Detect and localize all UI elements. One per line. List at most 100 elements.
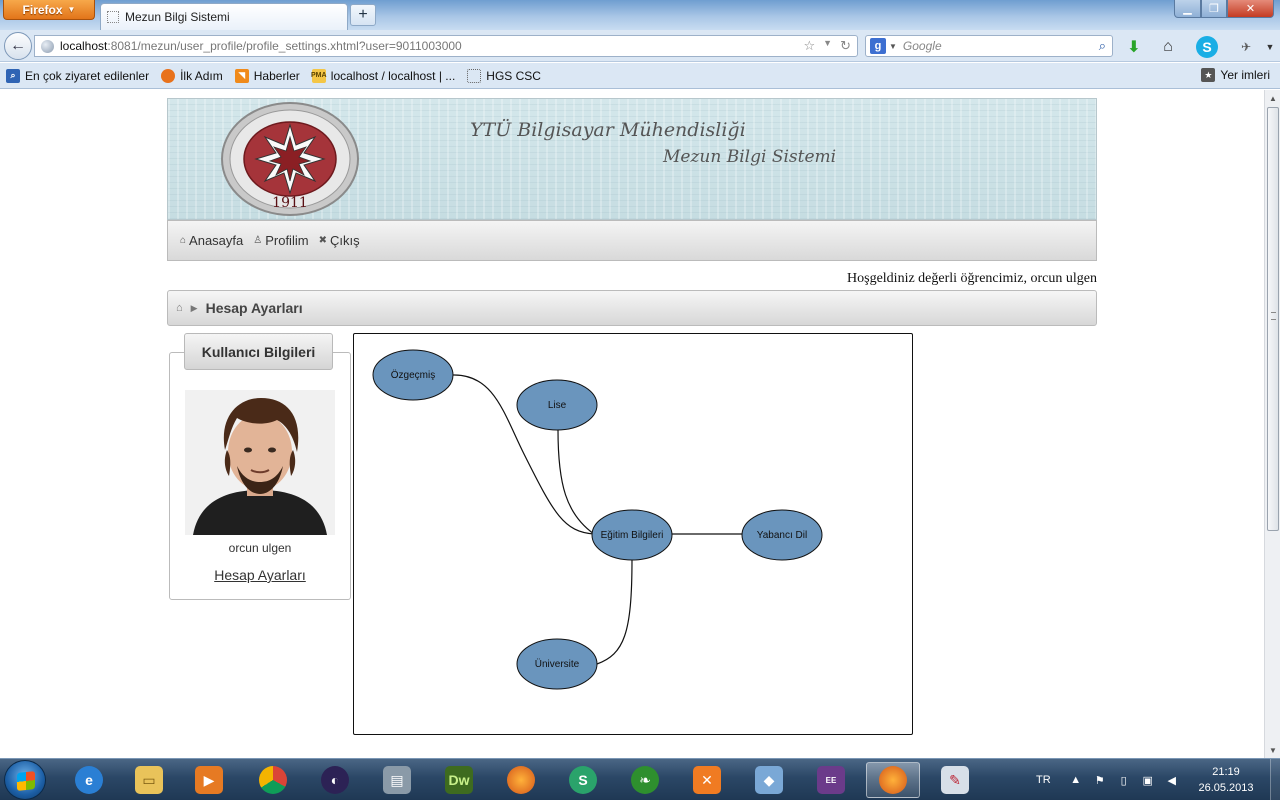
bookmark-hgs[interactable]: HGS CSC <box>467 68 541 83</box>
window-minimize-button[interactable]: ▁ <box>1174 0 1201 18</box>
account-settings-link-wrapper: Hesap Ayarları <box>169 567 351 583</box>
show-desktop-button[interactable] <box>1270 759 1280 800</box>
scroll-down-arrow-icon[interactable]: ▼ <box>1265 742 1280 758</box>
folder-icon: ▭ <box>135 766 163 794</box>
scrollbar-thumb[interactable] <box>1267 107 1279 531</box>
bookmark-getting-started[interactable]: İlk Adım <box>161 68 223 83</box>
user-info-panel-title[interactable]: Kullanıcı Bilgileri <box>184 333 333 370</box>
bookmark-news[interactable]: ◥ Haberler <box>234 68 300 83</box>
breadcrumb-current[interactable]: Hesap Ayarları <box>206 300 303 316</box>
java-ee-ide-icon: EE <box>817 766 845 794</box>
search-icon[interactable]: ⌕ <box>1099 38 1106 54</box>
window-restore-button[interactable]: ❐ <box>1201 0 1227 18</box>
svg-text:Yabancı Dil: Yabancı Dil <box>757 530 807 541</box>
graph-edge <box>596 558 633 665</box>
clock-time: 21:19 <box>1212 766 1240 778</box>
menu-item-logout[interactable]: ✖ Çıkış <box>319 233 360 248</box>
seal-year: 1911 <box>272 195 308 211</box>
address-bar[interactable]: localhost :8081/mezun/user_profile/profi… <box>34 35 858 57</box>
tab-active[interactable]: Mezun Bilgi Sistemi <box>100 3 348 30</box>
start-button[interactable] <box>4 760 46 800</box>
reload-icon[interactable]: ↻ <box>840 38 851 54</box>
menu-item-profile[interactable]: ♙ Profilim <box>253 233 308 248</box>
bookmarks-toolbar: ⌕ En çok ziyaret edilenler İlk Adım ◥ Ha… <box>0 63 1280 89</box>
taskbar-chrome[interactable] <box>246 762 300 798</box>
skype-icon[interactable]: S <box>1196 36 1218 58</box>
google-icon[interactable]: g <box>870 38 886 54</box>
home-icon: ⌂ <box>180 235 187 246</box>
user-photo <box>185 390 335 535</box>
graph-node-lise[interactable]: Lise <box>516 379 598 431</box>
taskbar-xampp[interactable]: ✕ <box>680 762 734 798</box>
chevron-down-icon[interactable]: ▼ <box>1260 37 1280 57</box>
taskbar-explorer[interactable]: ▭ <box>122 762 176 798</box>
bookmark-phpmyadmin[interactable]: PMA localhost / localhost | ... <box>311 68 455 83</box>
user-icon: ♙ <box>253 235 263 246</box>
dreamweaver-icon: Dw <box>445 766 473 794</box>
back-arrow-icon: ← <box>10 37 26 54</box>
menu-item-home[interactable]: ⌂ Anasayfa <box>180 233 243 248</box>
taskbar-paint[interactable]: ✎ <box>928 762 982 798</box>
new-tab-button[interactable]: + <box>350 4 376 26</box>
graph-node-universite[interactable]: Üniversite <box>516 638 598 690</box>
menu-label: Anasayfa <box>189 233 244 248</box>
network-icon[interactable]: ▣ <box>1141 773 1155 787</box>
close-icon: ✖ <box>318 235 327 246</box>
firefox-menu-button[interactable]: Firefox ▼ <box>3 0 95 20</box>
graph-node-ozgecmis[interactable]: Özgeçmiş <box>372 349 454 401</box>
windows-logo-icon <box>17 771 35 791</box>
taskbar-dreamweaver[interactable]: Dw <box>432 762 486 798</box>
taskbar-media-player[interactable]: ▶ <box>182 762 236 798</box>
xampp-icon: ✕ <box>693 766 721 794</box>
taskbar-firefox-active[interactable] <box>866 762 920 798</box>
avatar <box>185 390 335 535</box>
home-icon[interactable]: ⌂ <box>176 302 183 314</box>
language-indicator[interactable]: TR <box>1036 774 1051 786</box>
taskbar-app-leaf[interactable]: ❧ <box>618 762 672 798</box>
globe-icon <box>41 39 54 53</box>
taskbar-app-s[interactable]: S <box>556 762 610 798</box>
graph-node-egitim-bilgileri[interactable]: Eğitim Bilgileri <box>591 509 673 561</box>
vertical-scrollbar[interactable]: ▲ ▼ <box>1264 90 1280 758</box>
graph-node-yabanci-dil[interactable]: Yabancı Dil <box>741 509 823 561</box>
chrome-icon <box>259 766 287 794</box>
taskbar-ie[interactable]: e <box>62 762 116 798</box>
system-clock[interactable]: 21:19 26.05.2013 <box>1186 764 1266 796</box>
url-host: localhost <box>60 39 108 53</box>
chevron-down-icon[interactable]: ▼ <box>823 38 832 54</box>
browser-titlebar: Firefox ▼ Mezun Bilgi Sistemi + ▁ ❐ ✕ <box>0 0 1280 30</box>
usb-icon[interactable]: ▯ <box>1117 773 1131 787</box>
taskbar-java-ee-ide[interactable]: EE <box>804 762 858 798</box>
home-icon[interactable]: ⌂ <box>1158 37 1178 57</box>
profile-graph: Özgeçmiş Lise Eğitim Bilgileri Yabancı D… <box>353 333 913 735</box>
account-settings-link[interactable]: Hesap Ayarları <box>214 567 306 583</box>
taskbar-database[interactable]: ▤ <box>370 762 424 798</box>
url-path: :8081/mezun/user_profile/profile_setting… <box>107 39 462 53</box>
main-menu: ⌂ Anasayfa ♙ Profilim ✖ Çıkış <box>167 220 1097 261</box>
search-placeholder: Google <box>902 39 942 53</box>
volume-icon[interactable]: ◀ <box>1165 773 1179 787</box>
star-icon[interactable]: ☆ <box>804 38 816 54</box>
navigation-toolbar: ← localhost :8081/mezun/user_profile/pro… <box>0 30 1280 62</box>
internet-explorer-icon: e <box>75 766 103 794</box>
star-icon: ★ <box>1201 68 1216 82</box>
chevron-up-icon[interactable]: ▲ <box>1069 773 1083 787</box>
banner-subtitle: Mezun Bilgi Sistemi <box>663 147 837 167</box>
svg-text:Özgeçmiş: Özgeçmiş <box>391 369 435 381</box>
scroll-up-arrow-icon[interactable]: ▲ <box>1265 90 1280 106</box>
window-close-button[interactable]: ✕ <box>1227 0 1274 18</box>
taskbar-firefox[interactable] <box>494 762 548 798</box>
addon-icon[interactable]: ✈ <box>1236 37 1256 57</box>
action-center-icon[interactable]: ⚑ <box>1093 773 1107 787</box>
chevron-down-icon[interactable]: ▼ <box>889 42 897 51</box>
bookmark-most-visited[interactable]: ⌕ En çok ziyaret edilenler <box>6 68 149 83</box>
taskbar-eclipse[interactable]: ◐ <box>308 762 362 798</box>
back-button[interactable]: ← <box>4 32 32 60</box>
search-bar[interactable]: g ▼ Google ⌕ <box>865 35 1113 57</box>
bookmark-folder-icon: ⌕ <box>6 68 20 83</box>
download-icon[interactable]: ⬇ <box>1124 37 1144 57</box>
media-player-icon: ▶ <box>195 766 223 794</box>
breadcrumb: ⌂ ▶ Hesap Ayarları <box>167 290 1097 326</box>
taskbar-virtualbox[interactable]: ◆ <box>742 762 796 798</box>
bookmarks-menu[interactable]: ★ Yer imleri <box>1201 68 1270 82</box>
